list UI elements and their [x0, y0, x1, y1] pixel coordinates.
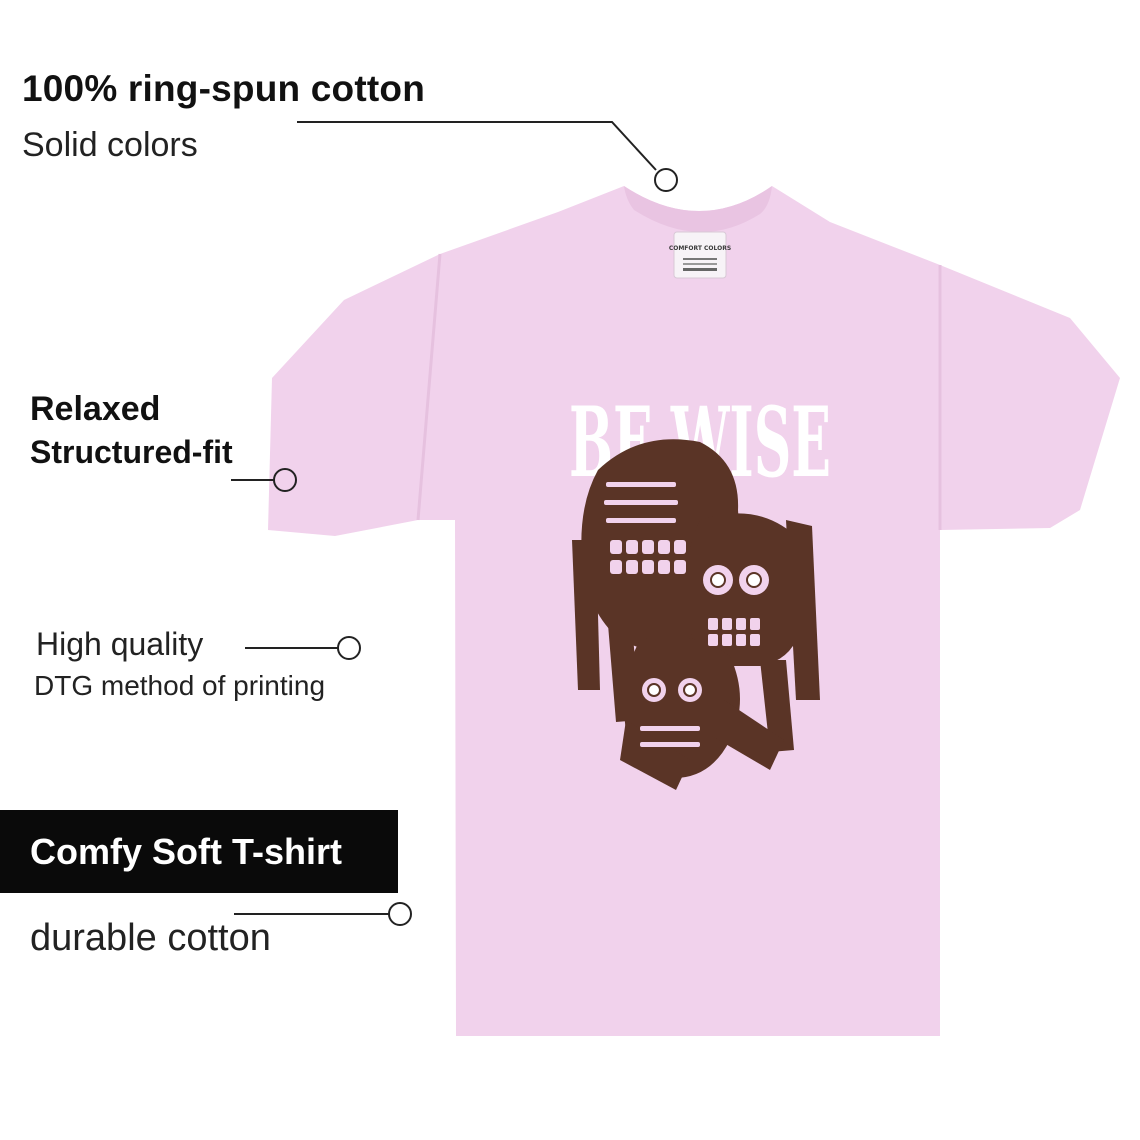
feature-material-title: 100% ring-spun cotton	[22, 68, 425, 109]
t-shirt-illustration: COMFORT COLORS BE WISE	[231, 121, 1120, 1036]
feature-material-subtitle: Solid colors	[22, 126, 198, 164]
feature-print-title: High quality	[36, 626, 204, 662]
feature-print-subtitle: DTG method of printing	[34, 670, 326, 701]
feature-fit-line-2: Structured-fit	[30, 434, 233, 470]
comfy-badge: Comfy Soft T-shirt	[0, 810, 398, 893]
product-feature-graphic: COMFORT COLORS BE WISE 100% ring-spun co…	[0, 0, 1140, 1140]
callout-line-material	[297, 121, 657, 171]
neck-label: COMFORT COLORS	[669, 231, 731, 279]
comfy-badge-label: Comfy Soft T-shirt	[30, 830, 342, 872]
neck-label-brand: COMFORT COLORS	[669, 245, 731, 252]
callout-dot-print	[337, 636, 361, 660]
callout-dot-material	[654, 168, 678, 192]
feature-fit-line-1: Relaxed	[30, 390, 161, 428]
feature-durability: durable cotton	[30, 917, 271, 959]
callout-dot-durable	[388, 902, 412, 926]
